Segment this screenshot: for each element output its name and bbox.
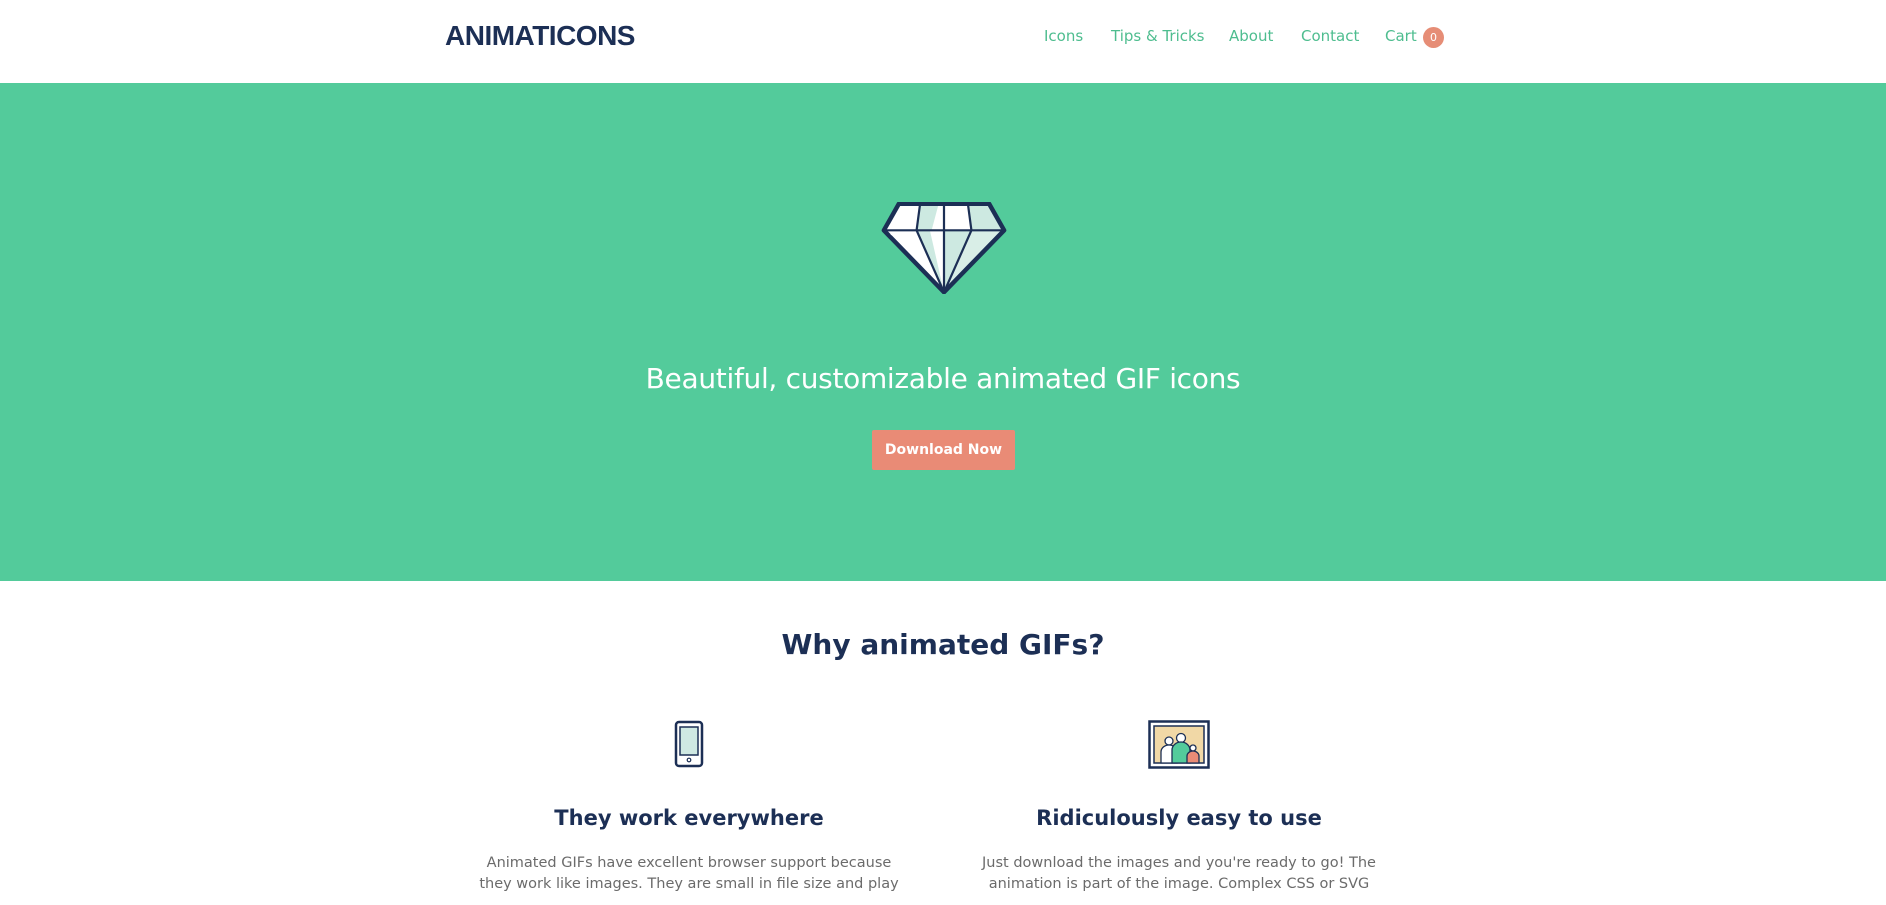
why-section-title: Why animated GIFs?	[781, 628, 1105, 661]
feature-title: Ridiculously easy to use	[1036, 806, 1322, 830]
feature-easy-to-use: Ridiculously easy to use Just download t…	[959, 720, 1399, 892]
navbar: ANIMATICONS Icons Tips & Tricks About Co…	[0, 0, 1886, 83]
download-now-button[interactable]: Download Now	[872, 430, 1015, 470]
nav-link-tips-tricks[interactable]: Tips & Tricks	[1111, 27, 1204, 45]
nav-link-about[interactable]: About	[1229, 27, 1273, 45]
cart-count-badge[interactable]: 0	[1423, 27, 1444, 48]
feature-works-everywhere: They work everywhere Animated GIFs have …	[469, 720, 909, 892]
nav-link-icons[interactable]: Icons	[1044, 27, 1083, 45]
nav-link-cart[interactable]: Cart	[1385, 27, 1417, 45]
nav-link-contact[interactable]: Contact	[1301, 27, 1359, 45]
hero-section: Beautiful, customizable animated GIF ico…	[0, 83, 1886, 581]
hero-title: Beautiful, customizable animated GIF ico…	[645, 362, 1241, 395]
tablet-icon	[674, 720, 704, 768]
feature-title: They work everywhere	[554, 806, 824, 830]
picture-frame-icon	[1148, 720, 1210, 769]
diamond-icon	[881, 202, 1007, 294]
feature-description: Just download the images and you're read…	[982, 855, 1376, 892]
site-logo[interactable]: ANIMATICONS	[445, 20, 635, 52]
feature-description: Animated GIFs have excellent browser sup…	[479, 855, 899, 892]
